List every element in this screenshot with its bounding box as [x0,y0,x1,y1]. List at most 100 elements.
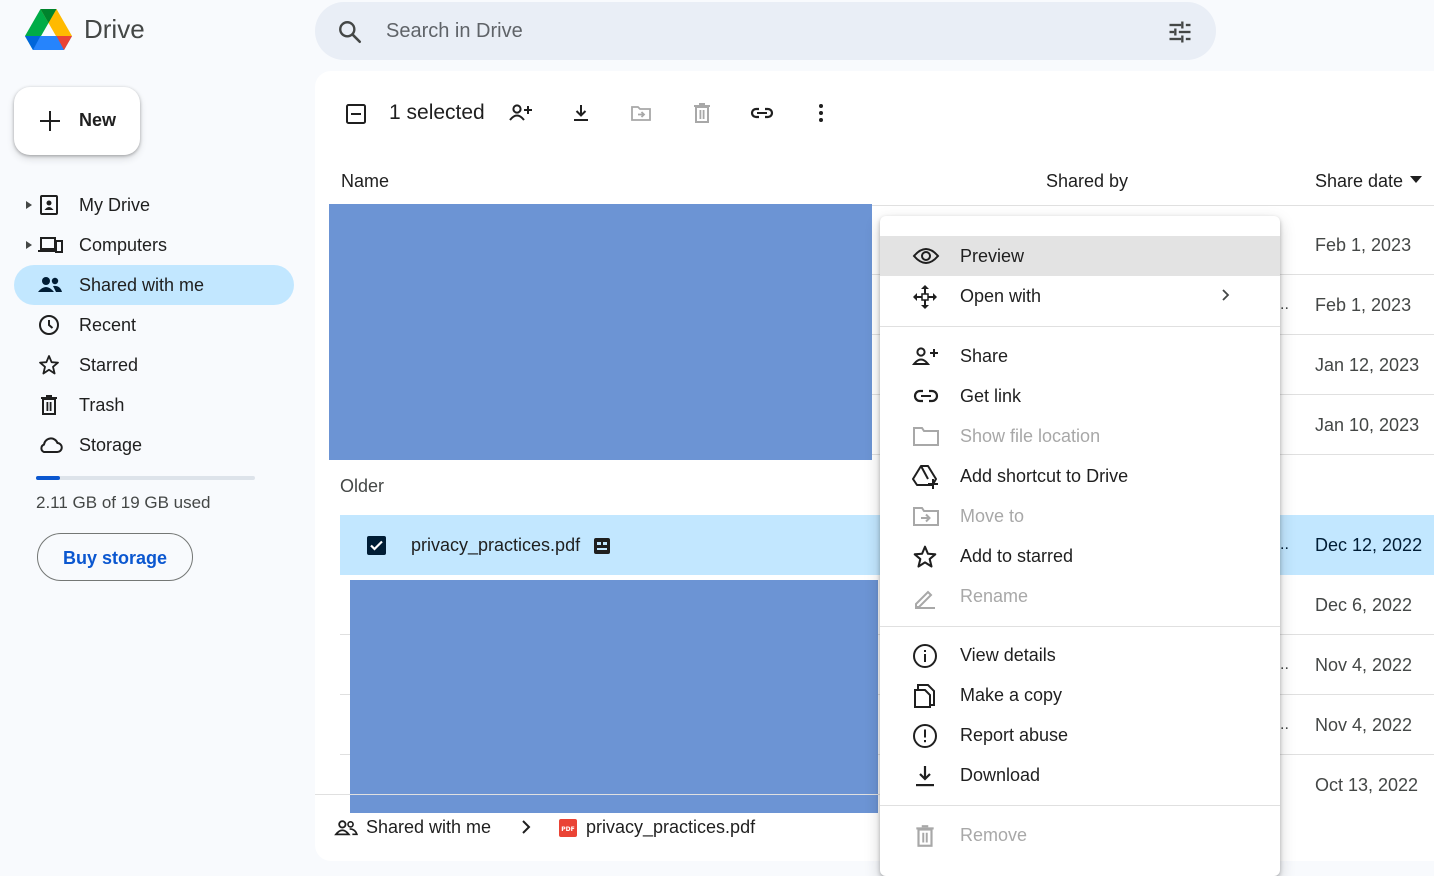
new-button[interactable]: New [14,87,140,155]
trash-icon [37,393,61,417]
menu-item-share[interactable]: Share [880,336,1280,376]
share-date-cell: Feb 1, 2023 [1315,235,1412,255]
sidebar-item-my-drive[interactable]: My Drive [14,185,294,225]
more-actions-icon[interactable] [810,101,832,125]
column-header-shared-by[interactable]: Shared by [1046,171,1128,192]
menu-item-preview[interactable]: Preview [880,236,1280,276]
sidebar-item-computers[interactable]: Computers [14,225,294,265]
menu-item-open-with[interactable]: Open with [880,276,1280,316]
open-with-icon [912,284,938,310]
expand-caret-icon[interactable] [26,201,32,209]
share-date-cell: Feb 1, 2023 [1315,295,1412,315]
eye-icon [912,244,940,268]
menu-item-get-link[interactable]: Get link [880,376,1280,416]
storage-meter-fill [36,476,61,480]
computers-icon [37,233,63,257]
svg-text:PDF: PDF [561,826,574,833]
redacted-region [329,204,872,460]
share-date-cell: Nov 4, 2022 [1315,715,1413,735]
sort-descending-icon[interactable] [1410,176,1422,184]
menu-item-rename: Rename [880,576,1280,616]
menu-item-move-to: Move to [880,496,1280,536]
sidebar-item-starred[interactable]: Starred [14,345,294,385]
search-icon[interactable] [337,19,363,45]
copy-icon [912,683,938,709]
download-icon[interactable] [569,101,593,125]
truncated-text: .. [1280,656,1289,673]
add-person-icon [912,344,940,368]
my-drive-icon [37,193,61,217]
pencil-icon [912,584,938,610]
column-header-name[interactable]: Name [341,171,389,192]
file-name[interactable]: privacy_practices.pdf [411,535,580,556]
link-icon[interactable] [749,101,775,125]
drive-logo-icon[interactable] [25,9,72,51]
menu-item-make-a-copy[interactable]: Make a copy [880,675,1280,715]
filter-options-icon[interactable] [1166,18,1194,46]
plus-icon [40,111,60,131]
selection-count: 1 selected [389,101,485,124]
truncated-text: .. [1280,536,1289,553]
sidebar-item-shared-with-me[interactable]: Shared with me [14,265,294,305]
search-input[interactable]: Search in Drive [386,20,523,43]
star-icon [37,353,61,377]
footer-divider [315,794,880,795]
column-header-share-date[interactable]: Share date [1315,171,1403,192]
menu-item-download[interactable]: Download [880,755,1280,795]
sidebar-item-label: Storage [79,435,143,455]
star-icon [912,544,938,570]
sidebar-item-storage[interactable]: Storage [14,425,294,465]
cloud-icon [37,433,63,457]
sidebar-item-label: Shared with me [79,275,205,295]
share-date-cell: Jan 12, 2023 [1315,355,1420,375]
menu-divider [880,805,1280,806]
deselect-all-checkbox[interactable] [345,103,367,125]
menu-item-report-abuse[interactable]: Report abuse [880,715,1280,755]
download-icon [912,763,938,789]
sidebar-item-trash[interactable]: Trash [14,385,294,425]
row-checkbox[interactable] [367,536,386,555]
report-icon [912,723,938,749]
expand-caret-icon[interactable] [26,241,32,249]
group-label-older: Older [340,476,385,496]
trash-icon [690,101,714,125]
share-date-cell: Dec 6, 2022 [1315,595,1413,615]
menu-item-view-details[interactable]: View details [880,635,1280,675]
share-icon[interactable] [508,101,534,125]
sidebar-item-label: Starred [79,355,139,375]
menu-divider [880,326,1280,327]
sidebar-item-recent[interactable]: Recent [14,305,294,345]
storage-usage-text: 2.11 GB of 19 GB used [36,493,211,512]
menu-item-show-file-location: Show file location [880,416,1280,456]
pdf-file-icon: PDF [559,819,577,837]
search-bar[interactable]: Search in Drive [315,2,1216,60]
info-icon [912,643,938,669]
app-brand: Drive [84,14,145,44]
folder-icon [912,424,940,448]
share-date-cell: Nov 4, 2022 [1315,655,1413,675]
redacted-region [350,580,878,813]
add-shortcut-icon [912,464,940,490]
move-to-icon [629,101,653,125]
move-to-icon [912,504,940,528]
sidebar-item-label: My Drive [79,195,150,215]
menu-item-add-shortcut[interactable]: Add shortcut to Drive [880,456,1280,496]
shared-icon [334,818,358,838]
sidebar-item-label: Computers [79,235,168,255]
breadcrumb-root[interactable]: Shared with me [366,817,491,838]
menu-item-add-to-starred[interactable]: Add to starred [880,536,1280,576]
chevron-right-icon [1220,288,1232,302]
breadcrumb-file[interactable]: privacy_practices.pdf [586,817,755,838]
link-icon [912,384,940,408]
chevron-right-icon [518,818,534,836]
trash-icon [912,823,938,849]
shared-icon [37,273,63,297]
share-date-cell: Jan 10, 2023 [1315,415,1420,435]
buy-storage-button[interactable]: Buy storage [37,533,193,581]
summary-icon[interactable] [593,537,611,555]
context-menu: Preview Open with Share Get link Show fi… [880,216,1280,876]
truncated-text: .. [1280,716,1289,733]
share-date-cell: Dec 12, 2022 [1315,535,1423,555]
menu-divider [880,626,1280,627]
truncated-text: .. [1280,296,1289,313]
